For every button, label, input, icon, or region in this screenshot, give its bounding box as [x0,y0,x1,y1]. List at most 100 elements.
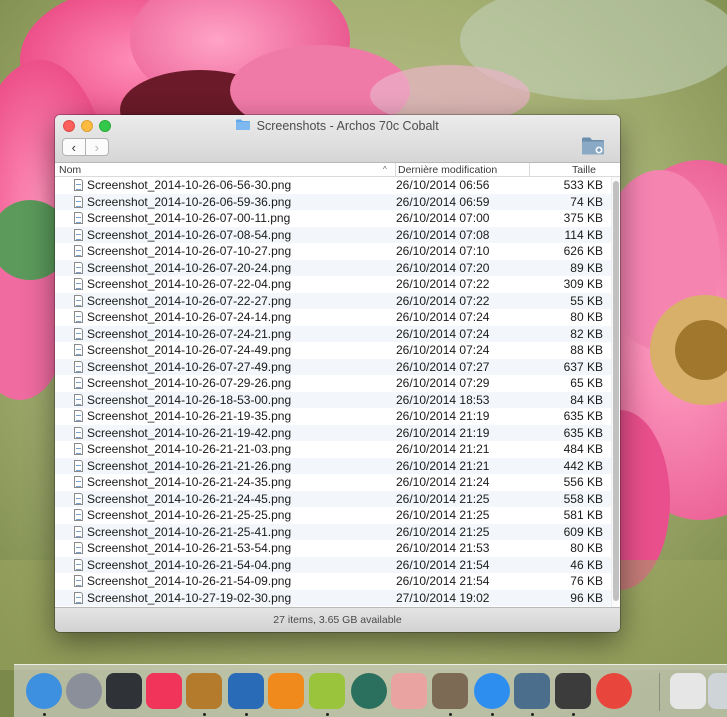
file-row[interactable]: Screenshot_2014-10-26-21-54-04.png 26/10/… [55,556,611,573]
vlc-icon[interactable] [268,673,304,709]
file-date: 26/10/2014 06:59 [396,194,490,209]
new-folder-button[interactable] [581,136,605,156]
file-size: 96 KB [570,590,603,605]
file-row[interactable]: Screenshot_2014-10-26-07-08-54.png 26/10/… [55,226,611,243]
file-row[interactable]: Screenshot_2014-10-26-21-54-09.png 26/10/… [55,573,611,590]
time-machine-icon[interactable] [351,673,387,709]
png-file-icon [74,459,83,472]
file-row[interactable]: Screenshot_2014-10-26-06-59-36.png 26/10/… [55,193,611,210]
file-date: 26/10/2014 07:24 [396,310,490,324]
sort-ascending-icon[interactable]: ^ [383,163,387,177]
png-file-icon [74,245,83,257]
running-indicator [43,713,46,716]
title-bar[interactable]: Screenshots - Archos 70c Cobalt ‹ › [55,115,620,163]
file-name: Screenshot_2014-10-26-06-56-30.png [87,178,292,192]
file-row[interactable]: Screenshot_2014-10-26-21-21-03.png 26/10/… [55,441,611,458]
column-header-name[interactable]: Nom [59,163,389,177]
file-row[interactable]: Screenshot_2014-10-26-21-21-26.png 26/10/… [55,457,611,474]
file-size: 637 KB [563,359,603,374]
file-size: 309 KB [563,277,603,291]
launchpad-icon[interactable] [66,673,102,709]
file-size: 55 KB [570,293,603,308]
file-row[interactable]: Screenshot_2014-10-26-07-24-49.png 26/10/… [55,342,611,359]
file-size: 89 KB [570,260,603,275]
chrome-icon[interactable] [596,673,632,709]
file-date: 26/10/2014 07:29 [396,376,490,390]
file-row[interactable]: Screenshot_2014-10-26-21-53-54.png 26/10/… [55,540,611,557]
file-row[interactable]: Screenshot_2014-10-26-07-20-24.png 26/10/… [55,259,611,276]
file-name: Screenshot_2014-10-26-21-25-41.png [87,524,292,539]
file-row[interactable]: Screenshot_2014-10-27-19-02-30.png 27/10/… [55,589,611,606]
file-row[interactable]: Screenshot_2014-10-26-21-25-25.png 26/10/… [55,507,611,524]
file-size: 626 KB [563,244,603,258]
vertical-scrollbar[interactable] [611,177,620,607]
file-row[interactable]: Screenshot_2014-10-26-07-29-26.png 26/10/… [55,375,611,392]
file-date: 26/10/2014 21:19 [396,425,490,440]
safari-icon[interactable] [474,673,510,709]
running-indicator [203,713,206,716]
screenshot-icon[interactable] [555,673,591,709]
png-file-icon [74,212,83,224]
file-date: 26/10/2014 07:22 [396,293,490,308]
file-name: Screenshot_2014-10-26-21-21-03.png [87,442,292,456]
file-name: Screenshot_2014-10-26-21-24-45.png [87,491,292,506]
file-date: 26/10/2014 21:53 [396,541,490,555]
png-file-icon [74,410,83,422]
file-row[interactable]: Screenshot_2014-10-26-21-19-42.png 26/10/… [55,424,611,441]
file-size: 76 KB [570,574,603,588]
file-size: 635 KB [563,409,603,423]
file-name: Screenshot_2014-10-26-07-20-24.png [87,260,292,275]
file-name: Screenshot_2014-10-27-19-02-30.png [87,590,292,605]
file-date: 26/10/2014 07:24 [396,343,490,357]
file-name: Screenshot_2014-10-26-07-10-27.png [87,244,292,258]
trash-icon[interactable] [708,673,727,709]
running-indicator [572,713,575,716]
gimp-icon[interactable] [432,673,468,709]
game-icon[interactable] [186,673,222,709]
file-size: 581 KB [563,508,603,522]
file-row[interactable]: Screenshot_2014-10-26-07-10-27.png 26/10/… [55,243,611,260]
image-capture-icon[interactable] [514,673,550,709]
ham-icon[interactable] [391,673,427,709]
file-row[interactable]: Screenshot_2014-10-26-06-56-30.png 26/10/… [55,177,611,194]
itunes-icon[interactable] [146,673,182,709]
finder-icon[interactable] [26,673,62,709]
file-row[interactable]: Screenshot_2014-10-26-07-22-04.png 26/10/… [55,276,611,293]
forward-button[interactable]: › [86,139,108,155]
png-file-icon [74,542,83,554]
file-name: Screenshot_2014-10-26-21-54-04.png [87,557,292,572]
file-size: 556 KB [563,475,603,489]
file-row[interactable]: Screenshot_2014-10-26-21-19-35.png 26/10/… [55,408,611,425]
file-row[interactable]: Screenshot_2014-10-26-07-24-21.png 26/10/… [55,325,611,342]
file-row[interactable]: Screenshot_2014-10-26-18-53-00.png 26/10/… [55,391,611,408]
android-file-transfer-icon[interactable] [309,673,345,709]
file-name: Screenshot_2014-10-26-07-08-54.png [87,227,292,242]
column-header-size[interactable]: Taille [529,163,609,177]
file-name: Screenshot_2014-10-26-21-25-25.png [87,508,292,522]
file-row[interactable]: Screenshot_2014-10-26-21-24-35.png 26/10/… [55,474,611,491]
file-date: 26/10/2014 21:24 [396,475,490,489]
file-size: 609 KB [563,524,603,539]
file-row[interactable]: Screenshot_2014-10-26-21-25-41.png 26/10/… [55,523,611,540]
file-row[interactable]: Screenshot_2014-10-26-07-27-49.png 26/10/… [55,358,611,375]
file-row[interactable]: Screenshot_2014-10-26-21-24-45.png 26/10/… [55,490,611,507]
file-size: 88 KB [570,343,603,357]
mission-control-icon[interactable] [106,673,142,709]
file-date: 26/10/2014 07:27 [396,359,490,374]
column-header-date[interactable]: Dernière modification [395,163,529,177]
thunderbird-icon[interactable] [228,673,264,709]
file-size: 74 KB [570,194,603,209]
back-button[interactable]: ‹ [63,139,86,155]
document-icon[interactable] [670,673,706,709]
file-row[interactable]: Screenshot_2014-10-26-07-24-14.png 26/10/… [55,309,611,326]
scrollbar-thumb[interactable] [613,181,619,601]
file-row[interactable]: Screenshot_2014-10-26-07-22-27.png 26/10/… [55,292,611,309]
file-date: 26/10/2014 18:53 [396,392,490,407]
file-name: Screenshot_2014-10-26-07-27-49.png [87,359,292,374]
file-date: 26/10/2014 21:54 [396,574,490,588]
file-row[interactable]: Screenshot_2014-10-26-07-00-11.png 26/10/… [55,210,611,227]
file-size: 558 KB [563,491,603,506]
file-date: 26/10/2014 21:19 [396,409,490,423]
file-date: 26/10/2014 07:20 [396,260,490,275]
file-date: 26/10/2014 06:56 [396,178,490,192]
